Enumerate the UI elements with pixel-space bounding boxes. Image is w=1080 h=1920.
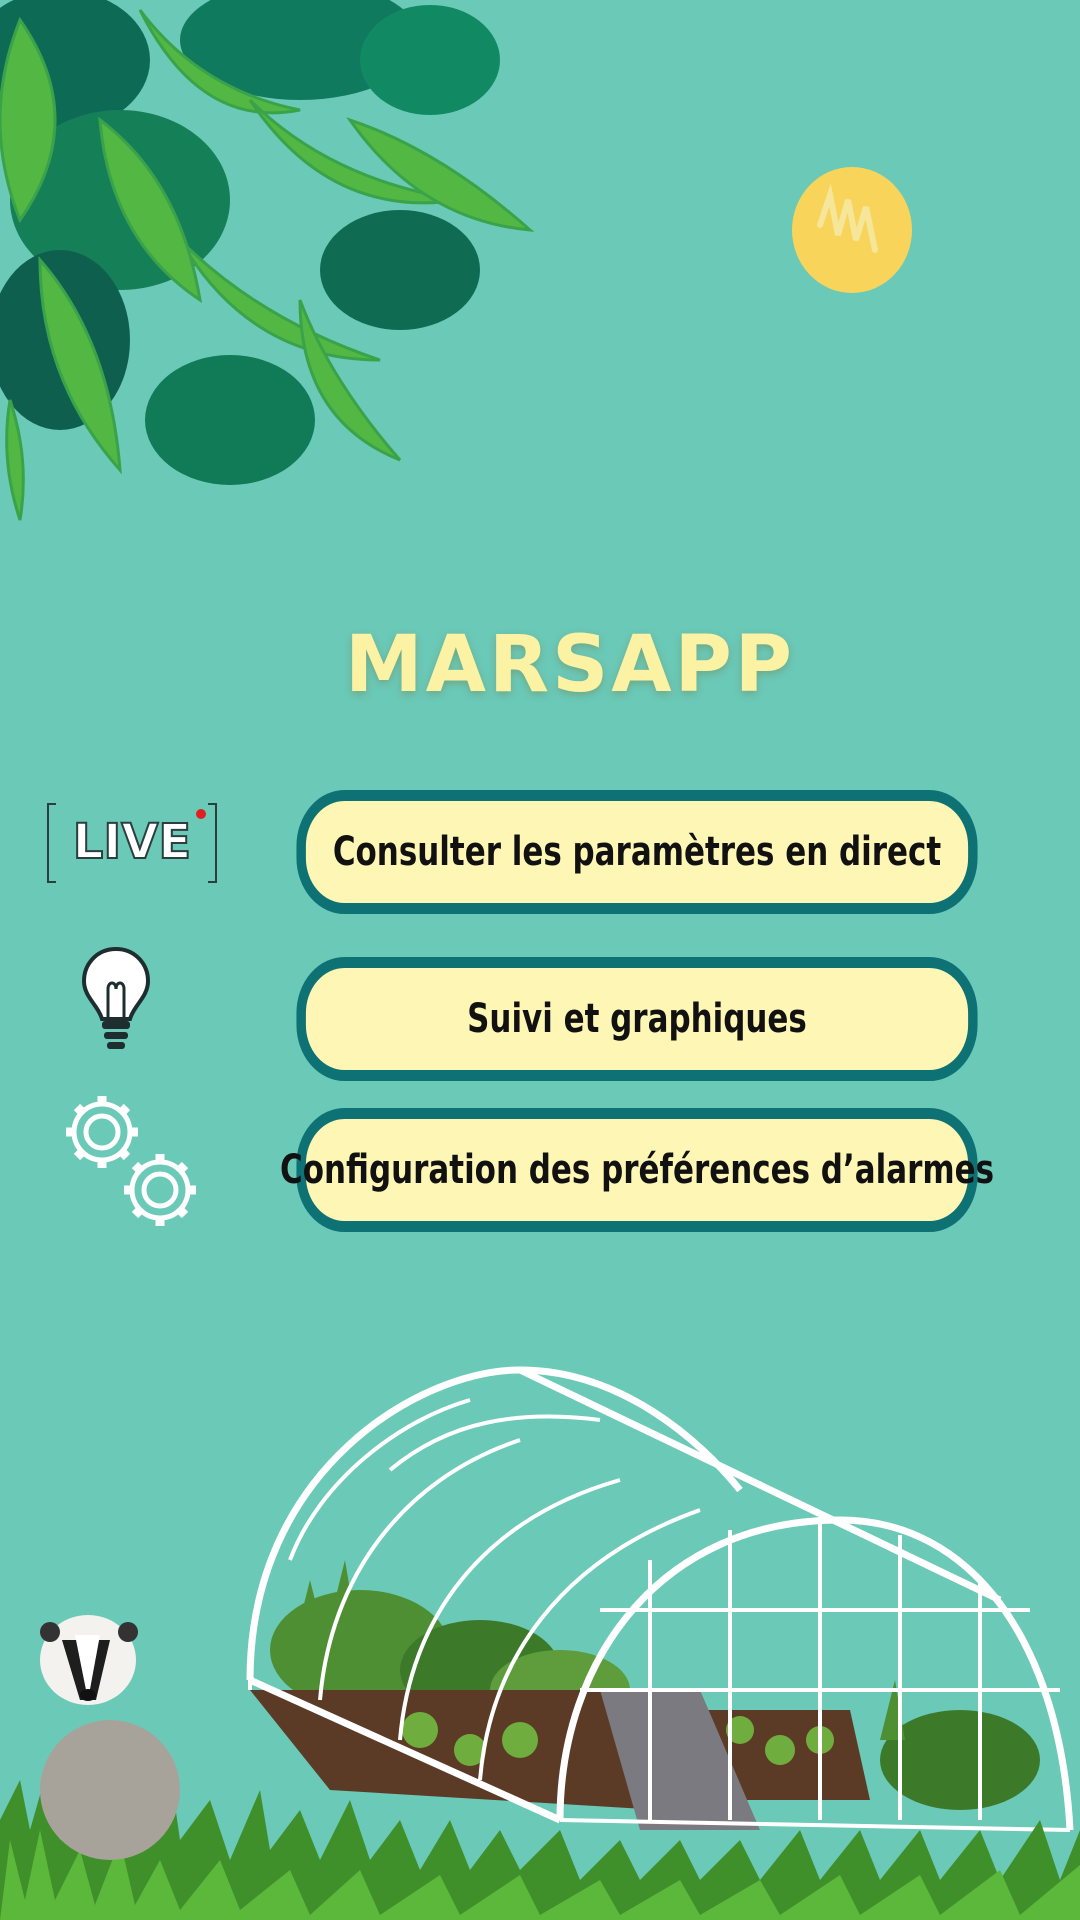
tracking-charts-label: Suivi et graphiques — [467, 996, 807, 1042]
alarm-preferences-button[interactable]: Configuration des préférences d’alarmes — [280, 1108, 994, 1232]
gears-icon — [66, 1096, 196, 1226]
sun-decoration — [792, 167, 912, 293]
live-icon: LIVE — [47, 803, 217, 883]
alarm-preferences-label: Configuration des préférences d’alarmes — [279, 1147, 995, 1193]
live-badge-text: LIVE — [73, 814, 191, 870]
foliage-decoration — [0, 0, 535, 521]
app-title: MARSAPP — [345, 620, 795, 710]
live-parameters-label: Consulter les paramètres en direct — [332, 829, 942, 875]
greenhouse-illustration — [0, 1366, 1080, 1920]
live-parameters-button[interactable]: Consulter les paramètres en direct — [296, 790, 978, 914]
tracking-charts-button[interactable]: Suivi et graphiques — [296, 957, 978, 1081]
lightbulb-icon — [81, 946, 151, 1049]
live-dot-icon — [196, 809, 206, 819]
badger-illustration — [40, 1615, 180, 1860]
